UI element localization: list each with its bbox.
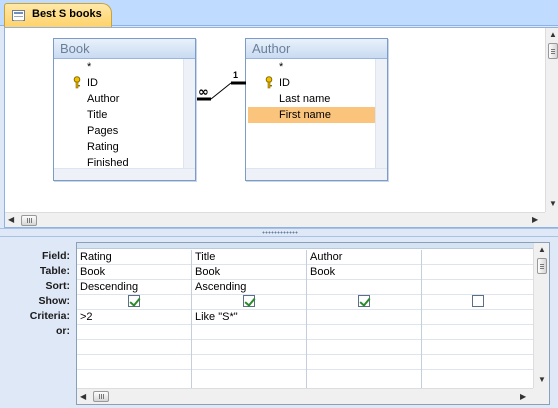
grid-column-4 [422, 250, 533, 388]
scroll-up-arrow-icon[interactable]: ▲ [549, 31, 557, 39]
query-design-grid: Rating Book Descending >2 Title Book Asc… [76, 242, 550, 405]
scroll-down-arrow-icon[interactable]: ▼ [549, 200, 557, 208]
show-cell [422, 295, 533, 310]
row-label-or: or: [56, 325, 70, 337]
show-checkbox[interactable] [358, 295, 370, 308]
row-label-sort: Sort: [45, 280, 71, 292]
or-cell[interactable] [422, 325, 533, 340]
empty-cell[interactable] [192, 355, 306, 370]
show-checkbox[interactable] [128, 295, 140, 308]
or-cell[interactable] [307, 325, 421, 340]
scroll-thumb[interactable] [21, 215, 37, 226]
show-checkbox[interactable] [471, 295, 484, 308]
criteria-cell[interactable]: Like "S*" [192, 310, 306, 325]
criteria-cell[interactable] [307, 310, 421, 325]
query-tab-label: Best S books [32, 8, 102, 20]
query-design-grid-pane: Field: Table: Sort: Show: Criteria: or: … [0, 237, 558, 408]
show-cell [77, 295, 191, 310]
pane-splitter[interactable] [0, 228, 558, 237]
diagram-horizontal-scrollbar[interactable]: ◀ ▶ [5, 212, 545, 227]
scroll-down-arrow-icon[interactable]: ▼ [538, 376, 546, 384]
sort-cell[interactable]: Ascending [192, 280, 306, 295]
empty-cell[interactable] [77, 340, 191, 355]
sort-cell[interactable]: Descending [77, 280, 191, 295]
row-label-show: Show: [38, 295, 71, 307]
show-cell [307, 295, 421, 310]
criteria-cell[interactable] [422, 310, 533, 325]
field-cell[interactable]: Title [192, 250, 306, 265]
criteria-cell[interactable]: >2 [77, 310, 191, 325]
field-cell[interactable] [422, 250, 533, 265]
row-label-field: Field: [42, 250, 70, 262]
table-cell[interactable] [422, 265, 533, 280]
scroll-left-arrow-icon[interactable]: ◀ [8, 216, 14, 224]
row-label-table: Table: [39, 265, 70, 277]
scroll-right-arrow-icon[interactable]: ▶ [520, 393, 526, 401]
table-cell[interactable]: Book [192, 265, 306, 280]
relationship-join-line[interactable]: ∞ 1 [5, 28, 545, 212]
empty-cell[interactable] [192, 340, 306, 355]
grid-column-3: Author Book [307, 250, 422, 388]
row-label-criteria: Criteria: [29, 310, 70, 322]
show-checkbox[interactable] [243, 295, 255, 308]
sort-cell[interactable] [307, 280, 421, 295]
query-icon [12, 10, 25, 21]
scroll-thumb[interactable] [93, 391, 109, 402]
empty-cell[interactable] [422, 355, 533, 370]
query-tab[interactable]: Best S books [4, 3, 112, 27]
splitter-grip-icon[interactable] [262, 231, 298, 234]
scrollbar-corner [545, 212, 558, 227]
table-cell[interactable]: Book [77, 265, 191, 280]
empty-cell[interactable] [307, 340, 421, 355]
scrollbar-corner [533, 388, 549, 404]
diagram-vertical-scrollbar[interactable]: ▲ ▼ [545, 28, 558, 212]
or-cell[interactable] [77, 325, 191, 340]
or-cell[interactable] [192, 325, 306, 340]
one-side-label: 1 [233, 70, 238, 80]
show-cell [192, 295, 306, 310]
empty-cell[interactable] [422, 340, 533, 355]
many-side-label: ∞ [198, 85, 209, 100]
table-diagram-pane[interactable]: Book * ID Author Title Pages Rating Fini… [4, 27, 558, 228]
grid-column-1: Rating Book Descending >2 [77, 250, 192, 388]
scroll-right-arrow-icon[interactable]: ▶ [532, 216, 538, 224]
grid-vertical-scrollbar[interactable]: ▲ ▼ [533, 243, 549, 388]
scroll-thumb[interactable] [537, 258, 547, 274]
field-cell[interactable]: Rating [77, 250, 191, 265]
scroll-thumb[interactable] [548, 43, 558, 59]
scroll-up-arrow-icon[interactable]: ▲ [538, 246, 546, 254]
empty-cell[interactable] [77, 355, 191, 370]
field-cell[interactable]: Author [307, 250, 421, 265]
scroll-left-arrow-icon[interactable]: ◀ [80, 393, 86, 401]
sort-cell[interactable] [422, 280, 533, 295]
empty-cell[interactable] [307, 355, 421, 370]
grid-horizontal-scrollbar[interactable]: ◀ ▶ [77, 388, 533, 404]
column-selector-bar[interactable] [77, 243, 533, 249]
grid-row-labels: Field: Table: Sort: Show: Criteria: or: [0, 249, 72, 339]
table-cell[interactable]: Book [307, 265, 421, 280]
document-tab-strip: Best S books [0, 0, 558, 27]
grid-column-2: Title Book Ascending Like "S*" [192, 250, 307, 388]
